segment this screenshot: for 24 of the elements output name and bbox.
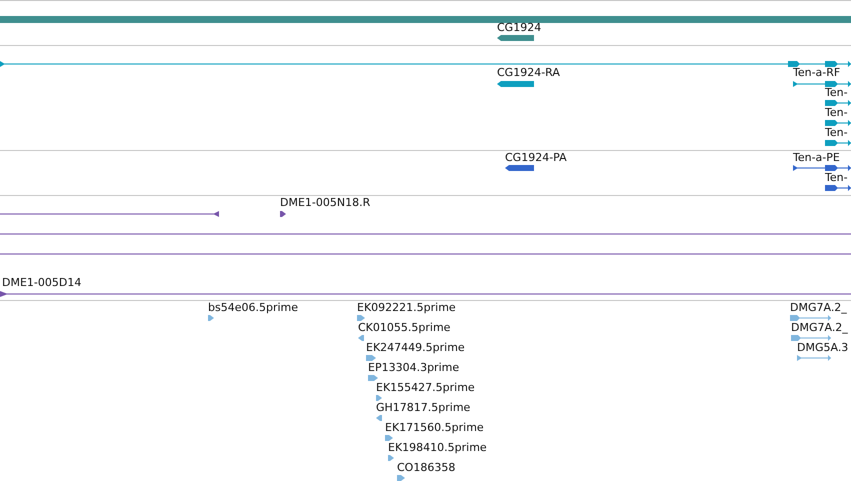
feature-label: CK01055.5prime — [358, 321, 450, 334]
feature-label: Ten- — [825, 106, 848, 119]
feature-label: Ten- — [825, 126, 848, 139]
feature-label: DME1-005N18.R — [280, 196, 370, 209]
feature-label: GH17817.5prime — [376, 401, 470, 414]
feature-label: DMG7A.2_ — [790, 301, 847, 314]
feature-label: EK247449.5prime — [366, 341, 465, 354]
feature-label: CG1924-RA — [497, 66, 560, 79]
feature-label: DMG7A.2_ — [791, 321, 848, 334]
feature-label: CO186358 — [397, 461, 456, 474]
feature-label: EK171560.5prime — [385, 421, 484, 434]
feature-label: Ten-a-PE — [793, 151, 840, 164]
feature-label: EK092221.5prime — [357, 301, 456, 314]
feature-label: DMG5A.3 — [797, 341, 848, 354]
feature-label: EK155427.5prime — [376, 381, 475, 394]
feature-label: DME1-005D14 — [2, 276, 82, 289]
feature-label: Ten- — [825, 171, 848, 184]
feature-label: EK198410.5prime — [388, 441, 487, 454]
feature-label: CG1924 — [497, 21, 542, 34]
feature-label: CG1924-PA — [505, 151, 567, 164]
feature-label: Ten- — [825, 86, 848, 99]
feature-label: EP13304.3prime — [368, 361, 460, 374]
feature-label: Ten-a-RF — [793, 66, 840, 79]
feature-label: bs54e06.5prime — [208, 301, 298, 314]
